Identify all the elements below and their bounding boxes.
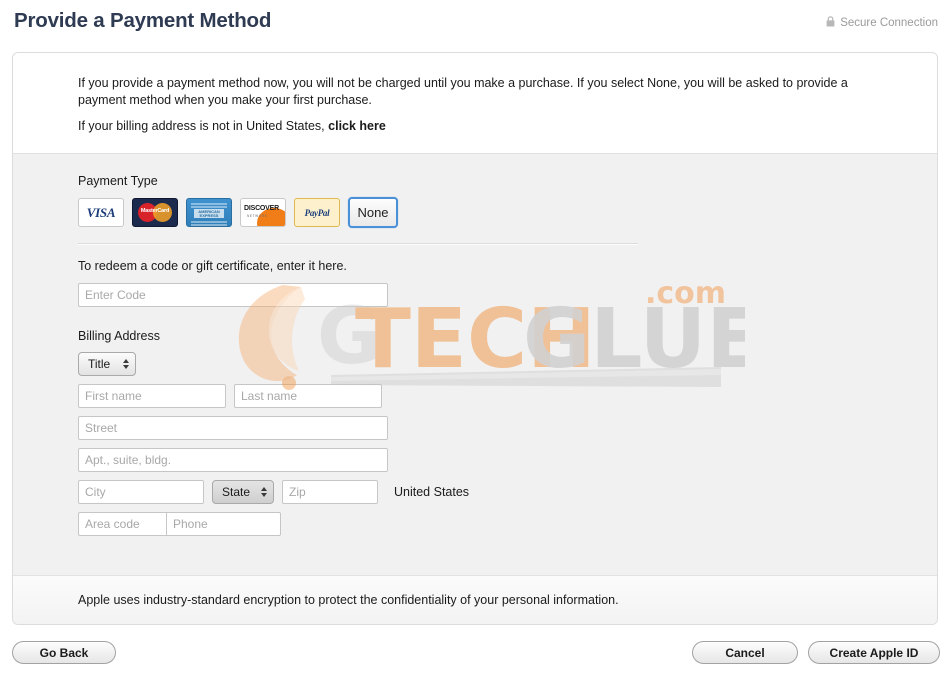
section-divider (78, 243, 638, 245)
redeem-code-row (78, 283, 937, 307)
encryption-note: Apple uses industry-standard encryption … (78, 593, 619, 607)
payment-option-paypal[interactable]: PayPal (294, 198, 340, 227)
city-input[interactable] (78, 480, 204, 504)
panel-footer: Apple uses industry-standard encryption … (13, 575, 937, 624)
mastercard-logo-text: MasterCard (140, 208, 170, 214)
none-option-label: None (357, 205, 389, 220)
billing-address-label: Billing Address (78, 329, 160, 343)
title-select-value: Title (88, 357, 111, 371)
create-apple-id-button[interactable]: Create Apple ID (808, 641, 940, 664)
page-title: Provide a Payment Method (14, 9, 272, 32)
last-name-input[interactable] (234, 384, 382, 408)
state-select-value: State (222, 485, 251, 499)
billing-country-note-text: If your billing address is not in United… (78, 119, 329, 133)
click-here-link[interactable]: click here (328, 119, 386, 133)
phone-input[interactable] (166, 512, 281, 536)
secure-connection-indicator: Secure Connection (826, 14, 938, 32)
chevron-updown-icon (261, 487, 267, 497)
area-code-input[interactable] (78, 512, 166, 536)
amex-logo-band: AMERICAN EXPRESS (194, 209, 224, 218)
intro-paragraph: If you provide a payment method now, you… (78, 76, 848, 107)
panel-intro: If you provide a payment method now, you… (13, 53, 937, 154)
mastercard-icon: MasterCard (138, 203, 172, 222)
redeem-code-label: To redeem a code or gift certificate, en… (78, 259, 347, 273)
title-row: Title (78, 352, 937, 376)
payment-option-amex[interactable]: AMERICAN EXPRESS (186, 198, 232, 227)
payment-option-visa[interactable]: VISA (78, 198, 124, 227)
paypal-logo-text: PayPal (304, 207, 330, 218)
go-back-button[interactable]: Go Back (12, 641, 116, 664)
zip-input[interactable] (282, 480, 378, 504)
billing-country-note: If your billing address is not in United… (13, 118, 937, 135)
chevron-updown-icon (123, 359, 129, 369)
payment-option-discover[interactable]: DISCOVER NETWORK (240, 198, 286, 227)
title-select[interactable]: Title (78, 352, 136, 376)
city-state-zip-row: State United States (78, 480, 937, 504)
payment-method-panel: If you provide a payment method now, you… (12, 52, 938, 625)
action-bar: Go Back Cancel Create Apple ID (0, 636, 952, 682)
apt-input[interactable] (78, 448, 388, 472)
payment-option-none[interactable]: None (348, 197, 398, 228)
payment-type-label: Payment Type (78, 174, 158, 188)
panel-body: Payment Type VISA MasterCard AMERICAN EX… (13, 154, 937, 624)
visa-logo-text: VISA (86, 204, 116, 220)
payment-type-options: VISA MasterCard AMERICAN EXPRESS DISCOVE… (78, 197, 937, 228)
street-row (78, 416, 937, 440)
street-input[interactable] (78, 416, 388, 440)
redeem-code-input[interactable] (78, 283, 388, 307)
state-select[interactable]: State (212, 480, 274, 504)
page-header: Provide a Payment Method Secure Connecti… (0, 0, 952, 52)
secure-connection-label: Secure Connection (840, 17, 938, 29)
amex-logo-text: AMERICAN EXPRESS (198, 208, 220, 218)
first-name-input[interactable] (78, 384, 226, 408)
discover-network-text: NETWORK (247, 214, 268, 218)
discover-logo-text: DISCOVER (244, 205, 279, 212)
payment-option-mastercard[interactable]: MasterCard (132, 198, 178, 227)
name-row (78, 384, 937, 408)
phone-row (78, 512, 937, 536)
country-label: United States (394, 485, 470, 499)
cancel-button[interactable]: Cancel (692, 641, 798, 664)
apt-row (78, 448, 937, 472)
lock-icon (826, 14, 835, 32)
